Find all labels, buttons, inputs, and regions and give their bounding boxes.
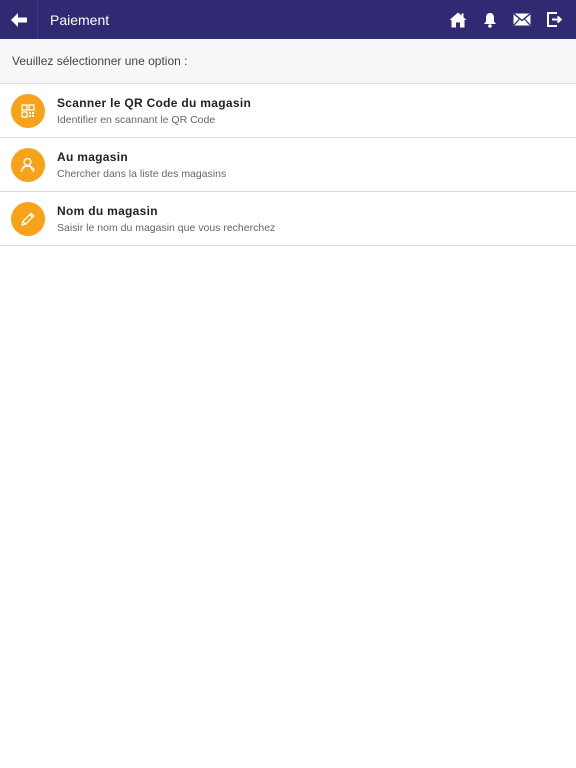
page-title: Paiement [50,11,110,28]
qr-code-icon [11,93,45,128]
option-subtitle: Identifier en scannant le QR Code [57,113,216,126]
back-arrow-icon [10,12,27,27]
header-actions [442,0,576,39]
option-store-list[interactable]: Au magasin Chercher dans la liste des ma… [0,138,576,192]
option-text: Scanner le QR Code du magasin Identifier… [57,96,251,126]
messages-button[interactable] [506,0,538,39]
prompt-bar: Veuillez sélectionner une option : [0,39,576,84]
prompt-text: Veuillez sélectionner une option : [12,54,188,68]
option-subtitle: Saisir le nom du magasin que vous recher… [57,221,276,234]
notifications-button[interactable] [474,0,506,39]
option-text: Au magasin Chercher dans la liste des ma… [57,150,226,180]
logout-icon [546,12,562,27]
user-icon [11,147,45,182]
option-title: Au magasin [57,149,129,164]
home-button[interactable] [442,0,474,39]
back-button[interactable] [0,0,38,39]
option-subtitle: Chercher dans la liste des magasins [57,167,227,180]
pencil-icon [11,201,45,236]
option-scan-qr[interactable]: Scanner le QR Code du magasin Identifier… [0,84,576,138]
top-bar: Paiement [0,0,576,39]
option-title: Scanner le QR Code du magasin [57,95,252,110]
mail-icon [513,13,531,26]
home-icon [449,12,467,27]
logout-button[interactable] [538,0,570,39]
option-title: Nom du magasin [57,203,158,218]
options-list: Scanner le QR Code du magasin Identifier… [0,84,576,246]
option-store-name[interactable]: Nom du magasin Saisir le nom du magasin … [0,192,576,246]
bell-icon [484,12,496,28]
option-text: Nom du magasin Saisir le nom du magasin … [57,204,275,234]
